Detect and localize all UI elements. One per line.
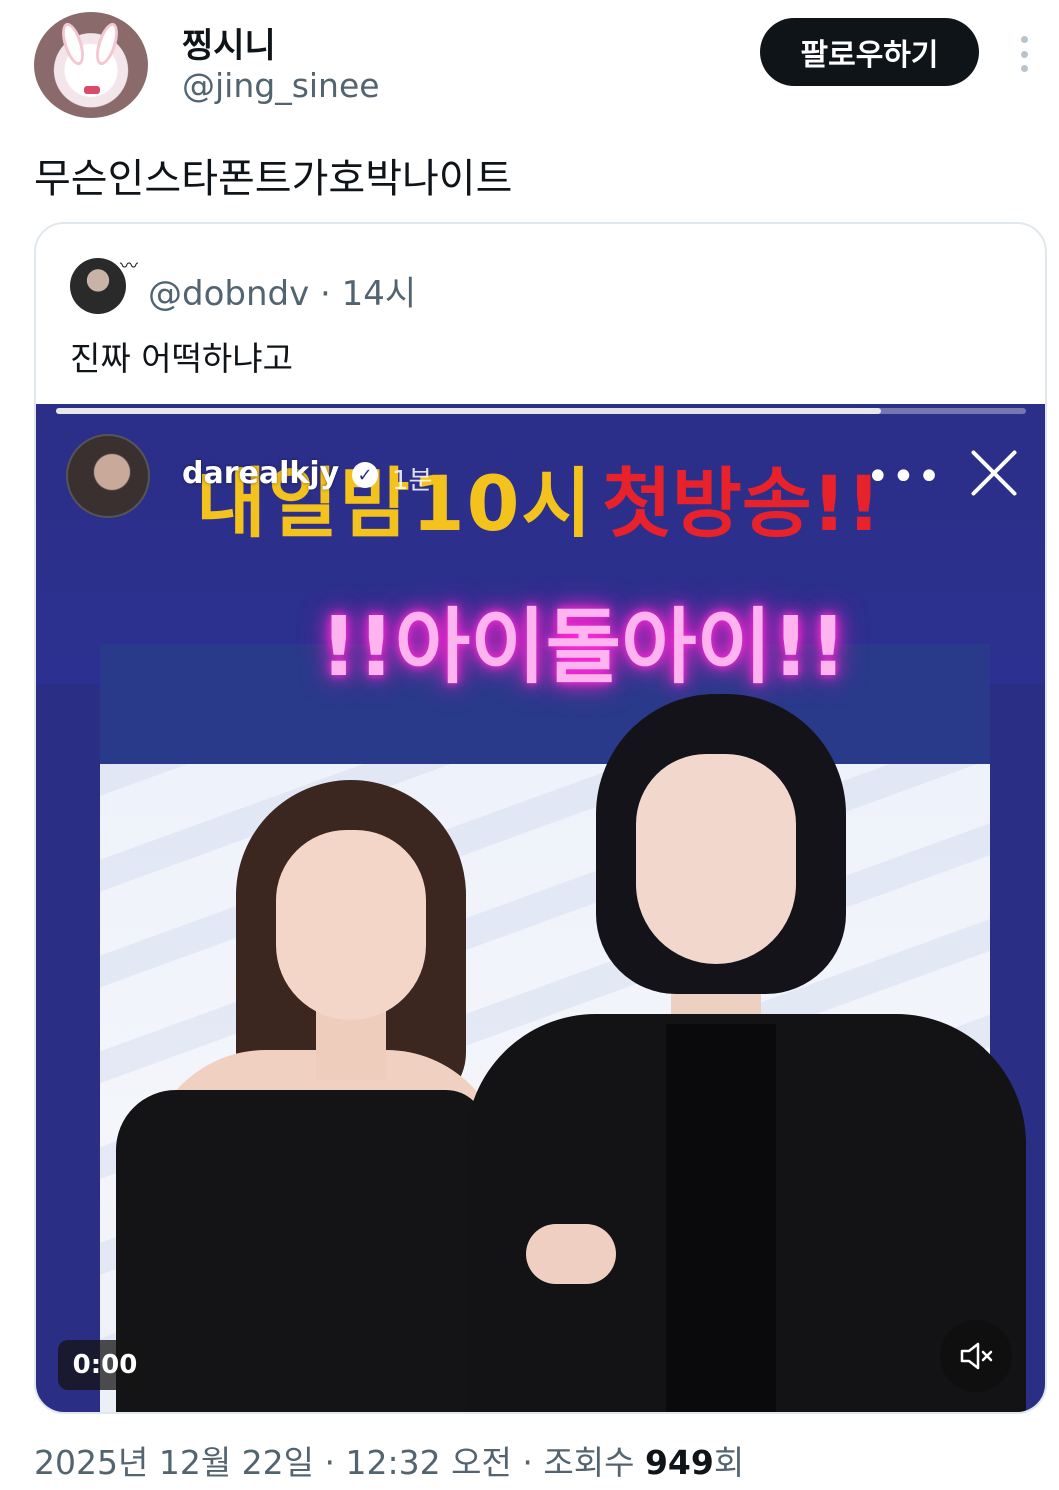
author-avatar[interactable] <box>34 12 148 118</box>
tweet-meta: 2025년 12월 22일 · 12:32 오전 · 조회수 949회 <box>34 1436 744 1484</box>
headline-red: 첫방송!! <box>602 459 882 548</box>
follow-button[interactable]: 팔로우하기 <box>760 18 979 86</box>
hand <box>526 1224 616 1284</box>
quoted-tweet-text: 진짜 어떡하냐고 <box>70 339 294 378</box>
tweet-date[interactable]: 2025년 12월 22일 <box>34 1443 314 1482</box>
person-man <box>466 694 1026 1412</box>
story-avatar[interactable] <box>66 434 150 518</box>
story-progress-track <box>56 408 1026 414</box>
story-time: 1분 <box>392 466 433 496</box>
story-progress-fill <box>56 408 881 414</box>
quoted-author-avatar[interactable] <box>70 258 126 314</box>
bunny-ear-right <box>91 20 123 68</box>
verified-icon: ✓ <box>352 462 378 488</box>
vertical-more-icon[interactable] <box>1010 30 1038 78</box>
separator: · <box>320 274 331 314</box>
speaker-muted-icon[interactable] <box>940 1320 1012 1392</box>
dress <box>116 1090 486 1412</box>
tweet-text: 무슨인스타폰트가호박나이트 <box>34 156 513 202</box>
story-username[interactable]: darealkjy <box>182 456 339 491</box>
speaker-muted-glyph <box>960 1342 993 1370</box>
views-suffix: 회 <box>713 1443 745 1482</box>
author-handle[interactable]: @jing_sinee <box>182 66 380 105</box>
video-timecode: 0:00 <box>58 1340 152 1390</box>
views-count: 949 <box>644 1443 714 1482</box>
neck <box>316 1010 386 1080</box>
tweet-time[interactable]: 12:32 오전 <box>346 1443 512 1482</box>
separator: · <box>522 1443 533 1482</box>
quoted-time: 14시 <box>341 274 417 314</box>
quoted-tweet-card[interactable]: 〰 @dobndv · 14시 진짜 어떡하냐고 내일밤10시 첫방송!! da… <box>34 222 1047 1414</box>
horizontal-more-icon[interactable]: ••• <box>866 454 943 500</box>
more-dot <box>1020 50 1028 58</box>
quoted-author-handle[interactable]: @dobndv · 14시 <box>148 266 416 315</box>
neon-title: !!아이돌아이!! <box>320 600 847 695</box>
separator: · <box>324 1443 336 1482</box>
video-player[interactable]: 내일밤10시 첫방송!! darealkjy ✓ 1분 ••• !!아이돌아이!… <box>36 404 1045 1412</box>
bunny-bow <box>84 86 100 94</box>
shirt <box>666 1024 776 1412</box>
views-label: 조회수 <box>543 1443 635 1482</box>
bunny-ear-left <box>57 20 89 68</box>
person-woman <box>116 780 516 1412</box>
more-dot <box>1020 65 1028 72</box>
close-icon[interactable] <box>966 444 1022 500</box>
quoted-handle-text: @dobndv <box>148 274 310 314</box>
avatar-decoration: 〰 <box>120 256 138 277</box>
author-display-name[interactable]: 찡시니 <box>182 18 276 67</box>
more-dot <box>1020 36 1028 43</box>
face <box>636 754 796 964</box>
face <box>276 830 426 1020</box>
